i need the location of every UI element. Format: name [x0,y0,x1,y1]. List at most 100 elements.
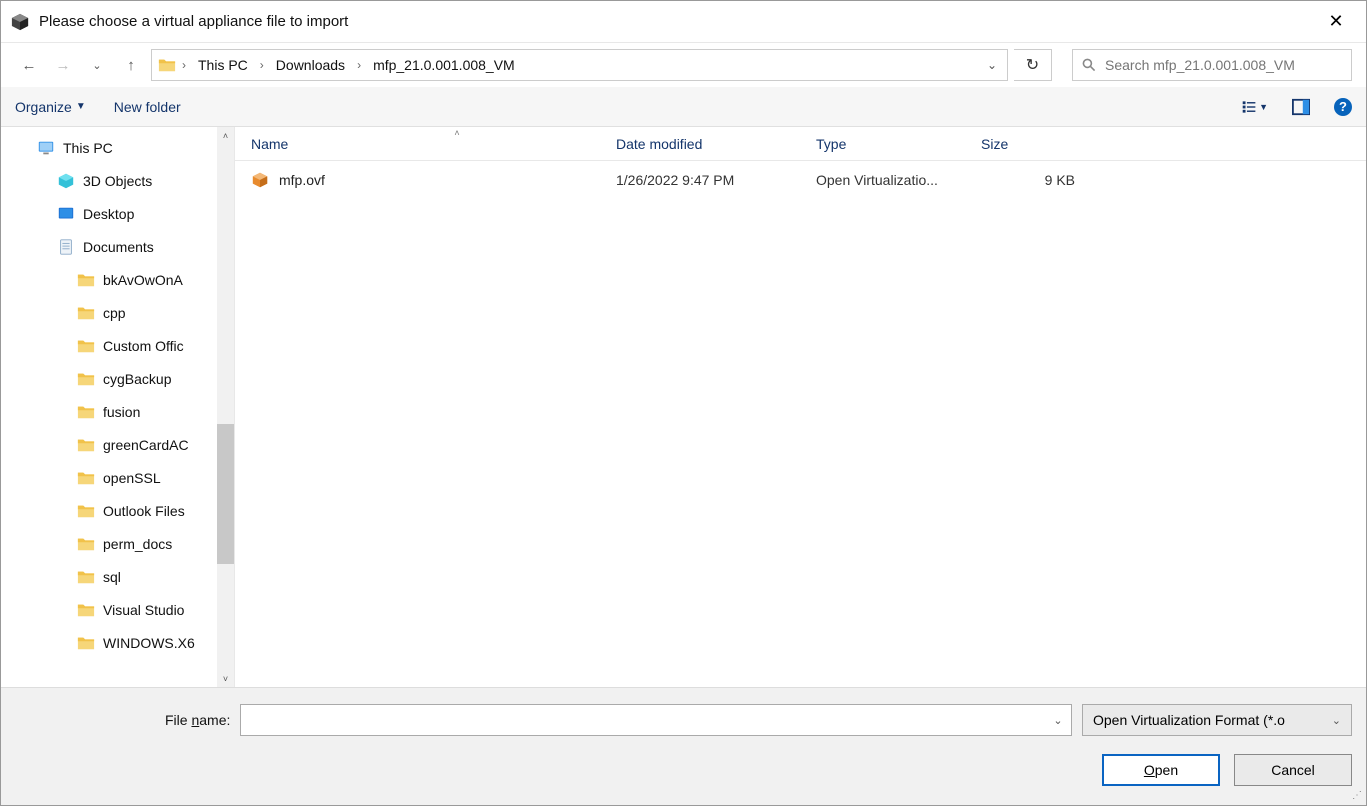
scrollbar-thumb[interactable] [217,424,234,564]
file-type-filter[interactable]: Open Virtualization Format (*.o ⌄ [1082,704,1352,736]
sidebar: This PC 3D Objects Desktop Documents bkAvOwO… [1,127,235,687]
resize-grip-icon[interactable]: ⋰ [1352,790,1362,801]
folder-icon [77,568,95,586]
nav-forward-button[interactable]: → [49,51,77,79]
refresh-button[interactable]: ↻ [1014,49,1052,81]
sidebar-item-label: Desktop [83,206,134,222]
sidebar-item[interactable]: Documents [1,230,234,263]
path-dropdown[interactable]: ⌄ [977,58,1007,72]
breadcrumb[interactable]: › This PC › Downloads › mfp_21.0.001.008… [151,49,1008,81]
folder-icon [77,436,95,454]
sidebar-item[interactable]: WINDOWS.X6 [1,626,234,659]
breadcrumb-segment[interactable]: This PC [192,57,254,73]
sidebar-item-label: perm_docs [103,536,172,552]
filename-input[interactable] [241,712,1045,728]
file-row[interactable]: mfp.ovf 1/26/2022 9:47 PMOpen Virtualizat… [235,161,1366,199]
folder-icon [77,502,95,520]
file-type-label: Open Virtualization Format (*.o [1093,712,1285,728]
column-date[interactable]: Date modified [600,136,800,152]
view-options-button[interactable]: ▼ [1242,96,1268,118]
sidebar-item-label: WINDOWS.X6 [103,635,195,651]
pc-icon [37,139,55,157]
sidebar-item-label: bkAvOwOnA [103,272,183,288]
chevron-right-icon: › [355,58,363,72]
sidebar-item[interactable]: Desktop [1,197,234,230]
sidebar-item-label: fusion [103,404,140,420]
scroll-up-button[interactable]: ˄ [217,127,234,144]
nav-back-button[interactable]: ← [15,51,43,79]
folder-icon [77,469,95,487]
breadcrumb-segment[interactable]: mfp_21.0.001.008_VM [367,57,521,73]
sidebar-item-label: Outlook Files [103,503,185,519]
help-button[interactable]: ? [1334,98,1352,116]
column-name-label: Name [251,136,288,152]
sidebar-item[interactable]: bkAvOwOnA [1,263,234,296]
folder-icon [77,601,95,619]
sidebar-item[interactable]: perm_docs [1,527,234,560]
sidebar-item-label: 3D Objects [83,173,152,189]
file-list: Name ˄ Date modified Type Size mfp.ovf 1/… [235,127,1366,687]
filename-combobox[interactable]: ⌄ [240,704,1072,736]
sidebar-item-label: Visual Studio [103,602,184,618]
open-label: pen [1155,762,1178,778]
organize-label: Organize [15,99,72,115]
sidebar-item-label: openSSL [103,470,161,486]
ovf-icon [251,171,269,189]
sidebar-item[interactable]: sql [1,560,234,593]
desk-icon [57,205,75,223]
sidebar-item-label: Custom Offic [103,338,184,354]
cancel-button[interactable]: Cancel [1234,754,1352,786]
3d-icon [57,172,75,190]
chevron-down-icon: ⌄ [1332,714,1341,727]
sidebar-item-label: cpp [103,305,126,321]
title-bar: Please choose a virtual appliance file t… [1,1,1366,43]
app-icon [11,13,29,31]
sidebar-item[interactable]: fusion [1,395,234,428]
filename-dropdown[interactable]: ⌄ [1045,714,1071,727]
sidebar-item[interactable]: Visual Studio [1,593,234,626]
folder-icon [77,271,95,289]
file-size: 9 KB [965,172,1115,188]
breadcrumb-segment[interactable]: Downloads [270,57,351,73]
search-box[interactable] [1072,49,1352,81]
column-size[interactable]: Size [965,136,1115,152]
folder-icon [77,370,95,388]
chevron-down-icon: ▼ [76,101,86,112]
column-name[interactable]: Name ˄ [235,136,600,152]
sidebar-item[interactable]: This PC [1,131,234,164]
chevron-right-icon: › [180,58,188,72]
sidebar-item-label: cygBackup [103,371,171,387]
sidebar-item-label: Documents [83,239,154,255]
search-input[interactable] [1105,57,1343,73]
nav-recent-button[interactable]: ⌄ [83,51,111,79]
sidebar-item-label: sql [103,569,121,585]
sidebar-item[interactable]: cpp [1,296,234,329]
sidebar-item[interactable]: greenCardAC [1,428,234,461]
folder-icon [77,403,95,421]
sidebar-item[interactable]: 3D Objects [1,164,234,197]
file-type: Open Virtualizatio... [800,172,965,188]
footer: File name: ⌄ Open Virtualization Format … [1,687,1366,805]
open-button[interactable]: Open [1102,754,1220,786]
sidebar-item[interactable]: cygBackup [1,362,234,395]
sidebar-item[interactable]: Custom Offic [1,329,234,362]
folder-icon [77,337,95,355]
preview-pane-button[interactable] [1288,96,1314,118]
doc-icon [57,238,75,256]
sidebar-item-label: This PC [63,140,113,156]
column-type[interactable]: Type [800,136,965,152]
file-date: 1/26/2022 9:47 PM [600,172,800,188]
chevron-right-icon: › [258,58,266,72]
folder-icon [77,304,95,322]
nav-up-button[interactable]: ↑ [117,51,145,79]
scroll-down-button[interactable]: ˅ [217,670,234,687]
sidebar-item-label: greenCardAC [103,437,189,453]
organize-menu[interactable]: Organize ▼ [15,99,86,115]
new-folder-button[interactable]: New folder [114,99,181,115]
dialog-title: Please choose a virtual appliance file t… [39,13,348,30]
sidebar-item[interactable]: openSSL [1,461,234,494]
close-button[interactable]: ✕ [1316,11,1356,32]
sidebar-item[interactable]: Outlook Files [1,494,234,527]
file-name: mfp.ovf [279,172,325,188]
sidebar-scrollbar[interactable]: ˄ ˅ [217,127,234,687]
